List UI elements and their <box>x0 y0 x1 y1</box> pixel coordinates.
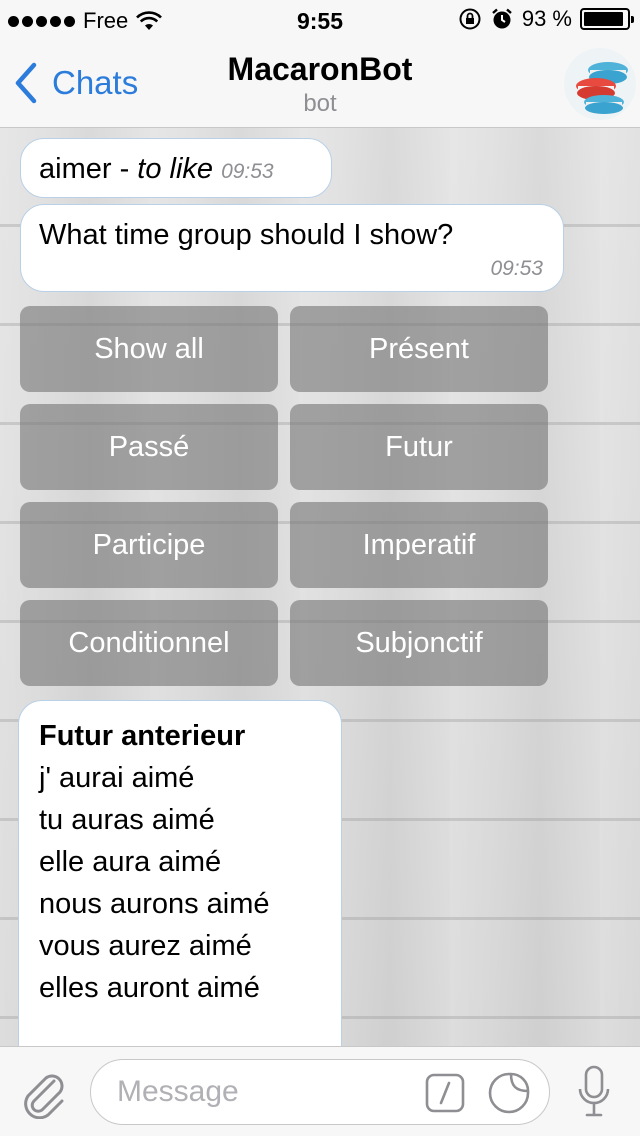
conjugation-line: tu auras aimé <box>39 804 215 836</box>
battery-icon <box>580 8 634 30</box>
conjugation-line: elle aura aimé <box>39 846 222 878</box>
battery-percentage: 93 % <box>521 6 572 31</box>
keyboard-button-passe[interactable]: Passé <box>20 404 278 490</box>
conjugation-line: elles auront aimé <box>39 972 260 1004</box>
alarm-icon <box>492 8 512 29</box>
conjugation-heading: Futur anterieur <box>39 720 246 752</box>
keyboard-button-show-all[interactable]: Show all <box>20 306 278 392</box>
keyboard-button-present[interactable]: Présent <box>290 306 548 392</box>
macaron-avatar-icon <box>576 62 628 114</box>
microphone-icon[interactable] <box>578 1065 610 1121</box>
chat-area[interactable]: aimer - to like 09:53 What time group sho… <box>0 128 640 1046</box>
message-bubble-conjugation: Futur anterieur j' aurai aimé tu auras a… <box>18 700 342 1046</box>
status-bar: Free 9:55 93 % <box>0 0 640 40</box>
nav-bar: Chats MacaronBot bot <box>0 40 640 128</box>
status-right: 93 % <box>458 6 634 32</box>
message-bubble-verb: aimer - to like 09:53 <box>20 138 332 198</box>
keyboard-button-imperatif[interactable]: Imperatif <box>290 502 548 588</box>
keyboard-button-futur[interactable]: Futur <box>290 404 548 490</box>
verb-text: aimer - <box>39 153 138 185</box>
bot-avatar[interactable] <box>564 48 636 120</box>
message-bubble-question: What time group should I show? 09:53 <box>20 204 564 292</box>
keyboard-button-subjonctif[interactable]: Subjonctif <box>290 600 548 686</box>
bot-command-icon[interactable] <box>425 1073 465 1113</box>
question-text: What time group should I show? <box>39 219 454 251</box>
chat-title: MacaronBot <box>227 51 413 87</box>
sticker-icon[interactable] <box>488 1072 530 1114</box>
paperclip-icon[interactable] <box>20 1067 68 1119</box>
keyboard-button-conditionnel[interactable]: Conditionnel <box>20 600 278 686</box>
message-time: 09:53 <box>221 160 274 183</box>
message-time: 09:53 <box>490 257 543 280</box>
input-bar <box>0 1046 640 1136</box>
conjugation-line: j' aurai aimé <box>39 762 195 794</box>
battery-fill <box>584 12 623 26</box>
chat-subtitle: bot <box>303 90 337 117</box>
conjugation-line: nous aurons aimé <box>39 888 270 920</box>
verb-translation: to like <box>137 153 214 185</box>
keyboard-button-participe[interactable]: Participe <box>20 502 278 588</box>
orientation-lock-icon <box>459 8 481 30</box>
conjugation-line: vous aurez aimé <box>39 930 252 962</box>
message-input[interactable] <box>90 1059 550 1125</box>
